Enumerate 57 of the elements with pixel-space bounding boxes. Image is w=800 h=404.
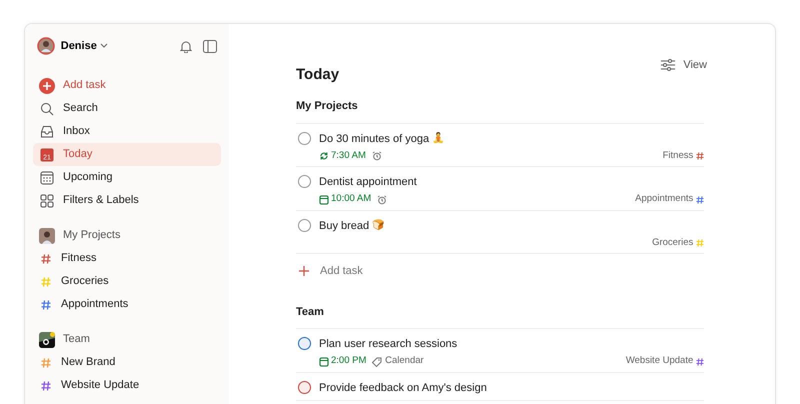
calendar-icon [319,356,329,366]
avatar-icon [37,37,55,55]
sidebar-item[interactable]: Upcoming [33,166,221,189]
project-link[interactable]: Appointments [635,192,694,207]
sidebar-toggle-icon[interactable] [203,40,217,52]
view-button[interactable]: View [661,57,707,74]
page-title: Today [296,66,340,84]
grid-icon [40,194,54,208]
task-checkbox[interactable] [298,175,311,188]
task-label[interactable]: Calendar [372,354,424,369]
project-item[interactable]: Fitness [33,247,221,270]
emoji-icon: 🧘 [432,131,444,146]
repeat-icon [319,151,329,161]
due-date[interactable]: 7:30 AM [319,148,366,164]
project-link[interactable]: Groceries [652,236,694,250]
task-checkbox[interactable] [298,337,311,350]
calendar-icon [319,194,329,204]
workspace-title[interactable]: Team [63,331,90,348]
project-item[interactable]: Groceries [33,270,221,293]
task-title[interactable]: Provide feedback on Amy's design [319,380,487,396]
task-title[interactable]: Plan user research sessions [319,336,458,352]
task-checkbox[interactable] [298,132,311,144]
project-avatar-icon [39,228,55,244]
plus-icon [39,78,55,94]
section-title: My Projects [296,100,358,114]
calendar-grid-icon [40,170,54,184]
add-task-button[interactable]: Add task [296,254,363,280]
sidebar-item[interactable]: Add task [33,74,221,97]
project-item[interactable]: Website Update [33,374,221,397]
account-menu[interactable]: Denise [37,37,108,55]
due-date[interactable]: 2:00 PM [319,354,366,369]
task-title[interactable]: Dentist appointment [319,174,417,190]
section-title: Team [296,306,324,319]
alarm-icon [372,151,382,161]
caret-icon [100,43,108,49]
task-title[interactable]: Do 30 minutes of yoga [319,130,430,147]
project-item[interactable]: Appointments [33,293,221,316]
project-link[interactable]: Website Update [626,354,694,369]
task-checkbox[interactable] [298,218,311,232]
plus-icon [298,265,310,278]
sliders-icon [661,59,676,72]
project-link[interactable]: Fitness [662,148,694,164]
search-icon [40,102,54,116]
sidebar-item[interactable]: Filters & Labels [33,189,221,212]
bell-icon[interactable] [180,40,192,52]
tag-icon [372,356,382,366]
sidebar-item[interactable]: Inbox [33,120,221,143]
sidebar-item[interactable]: Search [33,97,221,120]
task-title[interactable]: Buy bread [319,218,370,234]
workspace-title[interactable]: My Projects [63,227,120,244]
alarm-icon [377,194,388,204]
inbox-icon [40,124,54,138]
project-item[interactable]: New Brand [33,351,221,374]
task-checkbox[interactable] [298,380,311,394]
team-avatar-icon [39,332,55,348]
emoji-icon: 🍞 [372,218,384,234]
due-date[interactable]: 10:00 AM [319,192,372,207]
